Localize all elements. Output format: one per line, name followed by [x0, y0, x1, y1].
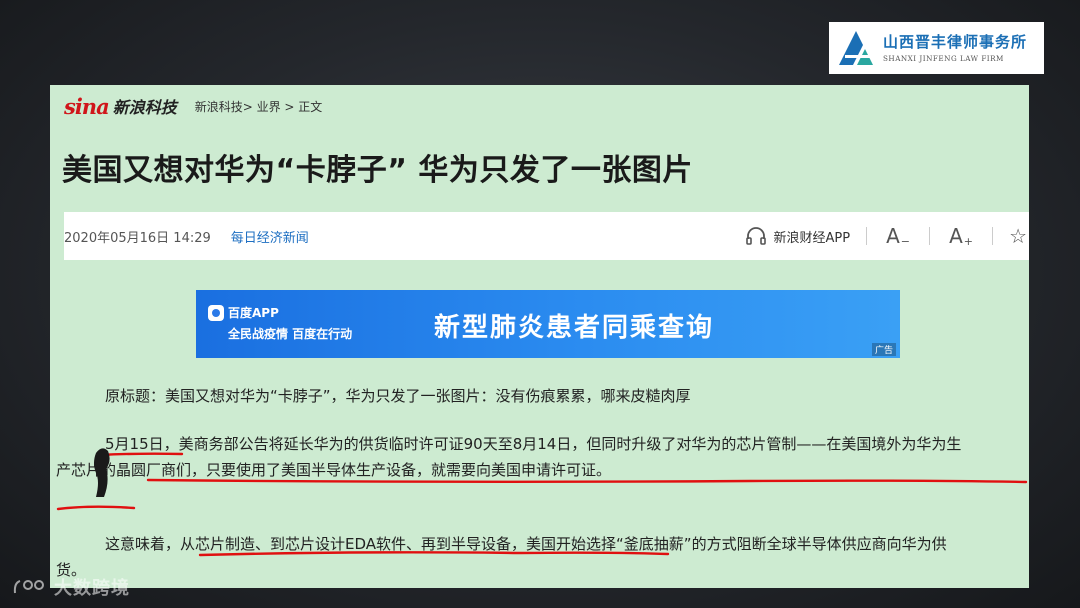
ad-label: 广告 — [871, 343, 896, 356]
law-firm-name: 山西晋丰律师事务所 SHANXI JINFENG LAW FIRM — [883, 33, 1027, 63]
article-paragraph-3: 这意味着，从芯片制造、到芯片设计EDA软件、再到半导设备，美国开始选择“釜底抽薪… — [56, 535, 947, 579]
article-source-link[interactable]: 每日经济新闻 — [231, 227, 309, 246]
article-title: 美国又想对华为“卡脖子” 华为只发了一张图片 — [62, 153, 693, 188]
watermark: 大数跨境 — [12, 574, 130, 600]
law-firm-name-cn: 山西晋丰律师事务所 — [883, 33, 1028, 51]
watermark-text: 大数跨境 — [54, 578, 130, 599]
law-firm-name-en: SHANXI JINFENG LAW FIRM — [883, 54, 1004, 63]
baidu-paw-icon — [208, 304, 224, 321]
baidu-ad-banner[interactable]: 百度APP 全民战疫情 百度在行动 新型肺炎患者同乘查询 广告 — [196, 290, 900, 358]
breadcrumb[interactable]: 新浪科技> 业界 > 正文 — [195, 98, 323, 115]
app-label: 新浪财经APP — [773, 230, 851, 246]
article-paragraph-1: 原标题：美国又想对华为“卡脖子”，华为只发了一张图片：没有伤痕累累，哪来皮糙肉厚 — [105, 387, 691, 405]
plus-icon: + — [963, 235, 974, 248]
site-name[interactable]: 新浪科技 — [113, 94, 177, 118]
decorative-silhouette — [94, 448, 110, 497]
site-header: sina 新浪科技 新浪科技> 业界 > 正文 — [64, 93, 322, 119]
banner-headline: 新型肺炎患者同乘查询 — [434, 313, 715, 343]
sina-logo[interactable]: sina — [64, 94, 110, 119]
minus-icon: − — [900, 235, 911, 248]
font-increase-button[interactable]: A + — [946, 224, 976, 248]
underline-line3 — [56, 505, 136, 511]
watermark-logo-icon — [13, 580, 44, 594]
article-paragraph-2: 5月15日，美商务部公告将延长华为的供货临时许可证90天至8月14日，但同时升级… — [56, 435, 962, 479]
law-firm-logo: 山西晋丰律师事务所 SHANXI JINFENG LAW FIRM — [829, 22, 1044, 74]
article-screenshot: sina 新浪科技 新浪科技> 业界 > 正文 美国又想对华为“卡脖子” 华为只… — [50, 85, 1029, 588]
banner-tagline: 全民战疫情 百度在行动 — [228, 327, 353, 341]
baidu-app-brand: 百度APP — [208, 304, 279, 321]
headphones-icon — [746, 227, 767, 245]
font-decrease-button[interactable]: A − — [883, 224, 913, 248]
law-firm-logo-icon — [839, 31, 873, 65]
favorite-star-icon[interactable]: ☆ — [1009, 224, 1027, 248]
sina-finance-app-link[interactable]: 新浪财经APP — [745, 226, 850, 246]
publish-date: 2020年05月16日 14:29 — [64, 230, 211, 246]
article-meta-bar: 2020年05月16日 14:29 每日经济新闻 新浪财经APP A − A + ☆ — [64, 212, 1029, 260]
